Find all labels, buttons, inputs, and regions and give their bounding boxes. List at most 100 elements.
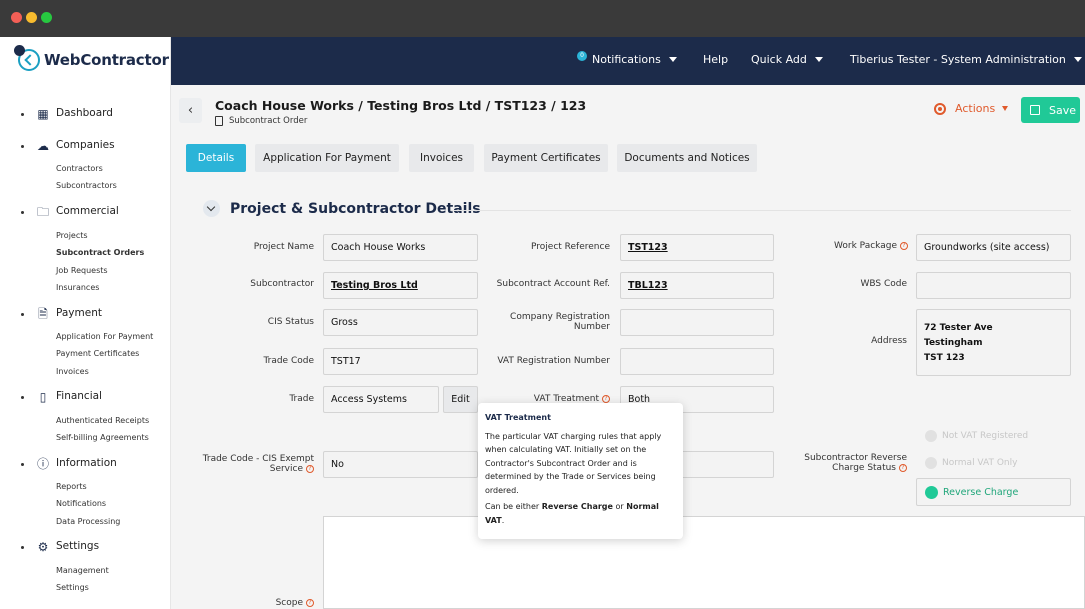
save-button[interactable]: Save [1021,97,1080,123]
vat-registration-field[interactable] [620,348,774,375]
bullet [21,463,24,466]
tab-details[interactable]: Details [186,144,246,172]
trade-code-field[interactable]: TST17 [323,348,478,375]
sidebar-sub-management[interactable]: Management [56,566,109,575]
project-name-value: Coach House Works [331,242,426,253]
radio-not-vat-registered[interactable]: Not VAT Registered [925,430,1028,442]
reverse-charge-status-label-line1: Subcontractor Reverse [804,453,907,463]
company-registration-field[interactable] [620,309,774,336]
scope-textarea[interactable] [323,516,1085,609]
scope-label: Scope? [200,598,314,608]
sidebar-item-companies[interactable]: ☁ Companies [0,137,171,155]
help-icon[interactable]: ? [306,464,314,473]
trade-edit-button[interactable]: Edit [443,386,478,413]
chevron-down-icon [814,57,823,62]
sidebar-item-settings[interactable]: ⚙ Settings [0,538,171,556]
address-field[interactable]: 72 Tester Ave Testingham TST 123 [916,309,1071,376]
bullet [21,145,24,148]
sidebar-item-financial[interactable]: ▯ Financial [0,388,171,406]
radio-reverse-charge[interactable]: Reverse Charge [916,478,1071,506]
sidebar-sub-data-processing[interactable]: Data Processing [56,517,120,526]
radio-normal-vat-only[interactable]: Normal VAT Only [925,457,1017,469]
radio-label: Reverse Charge [943,486,1019,498]
sidebar-sub-settings[interactable]: Settings [56,583,89,592]
notifications-label: Notifications [592,53,661,66]
trade-field[interactable]: Access Systems [323,386,439,413]
project-name-label: Project Name [253,242,314,252]
user-menu[interactable]: Tiberius Tester - System Administration [850,53,1082,66]
tab-payment-certificates[interactable]: Payment Certificates [484,144,608,172]
sidebar-item-label: Commercial [56,205,119,217]
section-divider [451,210,1071,211]
trade-code-value: TST17 [331,356,361,367]
sidebar-sub-insurances[interactable]: Insurances [56,283,99,292]
help-link[interactable]: Help [703,53,728,66]
subcontract-account-ref-label: Subcontract Account Ref. [496,279,610,289]
back-button[interactable]: ‹ [179,98,202,123]
actions-label: Actions [955,102,996,115]
save-label: Save [1049,103,1077,117]
subcontractor-link[interactable]: Testing Bros Ltd [331,280,418,291]
radio-label: Not VAT Registered [942,431,1029,441]
chevron-down-icon [1073,57,1082,62]
required-help-icon[interactable]: ? [900,241,908,250]
reverse-charge-status-label: Subcontractor Reverse Charge Status? [780,453,907,473]
company-registration-label-line1: Company Registration [510,312,610,322]
project-reference-link[interactable]: TST123 [628,242,668,253]
tab-application-for-payment[interactable]: Application For Payment [255,144,399,172]
save-icon [1030,105,1040,115]
subcontractor-field[interactable]: Testing Bros Ltd [323,272,478,299]
project-reference-field[interactable]: TST123 [620,234,774,261]
collapse-chevron-icon[interactable] [203,200,220,217]
radio-circle [925,430,937,442]
sidebar-sub-authenticated-receipts[interactable]: Authenticated Receipts [56,416,149,425]
sidebar-sub-payment-certificates[interactable]: Payment Certificates [56,349,139,358]
sidebar-item-information[interactable]: ⓘ Information [0,455,171,473]
cis-exempt-field[interactable]: No [323,451,478,478]
tab-invoices[interactable]: Invoices [409,144,474,172]
tooltip-options: Can be either Reverse Charge or Normal V… [485,500,676,527]
wbs-code-field[interactable] [916,272,1071,299]
sidebar-item-label: Settings [56,540,100,552]
minimize-window-dot[interactable] [26,12,37,23]
sidebar-sub-notifications[interactable]: Notifications [56,499,106,508]
sidebar-sub-subcontract-orders[interactable]: Subcontract Orders [56,248,144,257]
tab-documents-and-notices[interactable]: Documents and Notices [617,144,757,172]
quick-add-label: Quick Add [751,53,807,66]
help-icon[interactable]: ? [602,394,610,403]
wbs-code-label: WBS Code [860,279,907,289]
sidebar-sub-reports[interactable]: Reports [56,482,87,491]
tooltip-body: The particular VAT charging rules that a… [485,431,662,495]
sidebar-sub-invoices[interactable]: Invoices [56,367,89,376]
subcontract-account-ref-field[interactable]: TBL123 [620,272,774,299]
help-label: Help [703,53,729,66]
close-window-dot[interactable] [11,12,22,23]
cis-status-value: Gross [331,317,358,328]
actions-menu[interactable]: Actions [934,102,1009,115]
sidebar-item-commercial[interactable]: 🗀 Commercial [0,203,171,221]
sidebar-sub-projects[interactable]: Projects [56,231,88,240]
section-header[interactable]: Project & Subcontractor Details [203,200,481,217]
bullet [21,546,24,549]
maximize-window-dot[interactable] [41,12,52,23]
work-package-field[interactable]: Groundworks (site access) [916,234,1071,261]
subcontract-account-ref-link[interactable]: TBL123 [628,280,668,291]
sidebar-sub-application-for-payment[interactable]: Application For Payment [56,332,153,341]
radio-label: Normal VAT Only [942,458,1018,468]
notifications-menu[interactable]: 0 Notifications [577,50,677,66]
cis-status-field[interactable]: Gross [323,309,478,336]
sidebar-item-dashboard[interactable]: ▦ Dashboard [0,105,171,123]
project-name-field[interactable]: Coach House Works [323,234,478,261]
chevron-down-icon [668,57,677,62]
help-icon[interactable]: ? [899,463,907,472]
sidebar-item-payment[interactable]: 🗎 Payment [0,305,171,323]
app-window: WebContractor ▦ Dashboard ☁ Companies Co… [0,0,1085,609]
chevron-down-icon [1002,106,1009,111]
sidebar-sub-subcontractors[interactable]: Subcontractors [56,181,117,190]
help-icon[interactable]: ? [306,598,314,607]
sidebar-sub-self-billing-agreements[interactable]: Self-billing Agreements [56,433,149,442]
logo[interactable]: WebContractor [14,45,169,73]
quick-add-menu[interactable]: Quick Add [751,53,823,66]
sidebar-sub-contractors[interactable]: Contractors [56,164,103,173]
sidebar-sub-job-requests[interactable]: Job Requests [56,266,108,275]
